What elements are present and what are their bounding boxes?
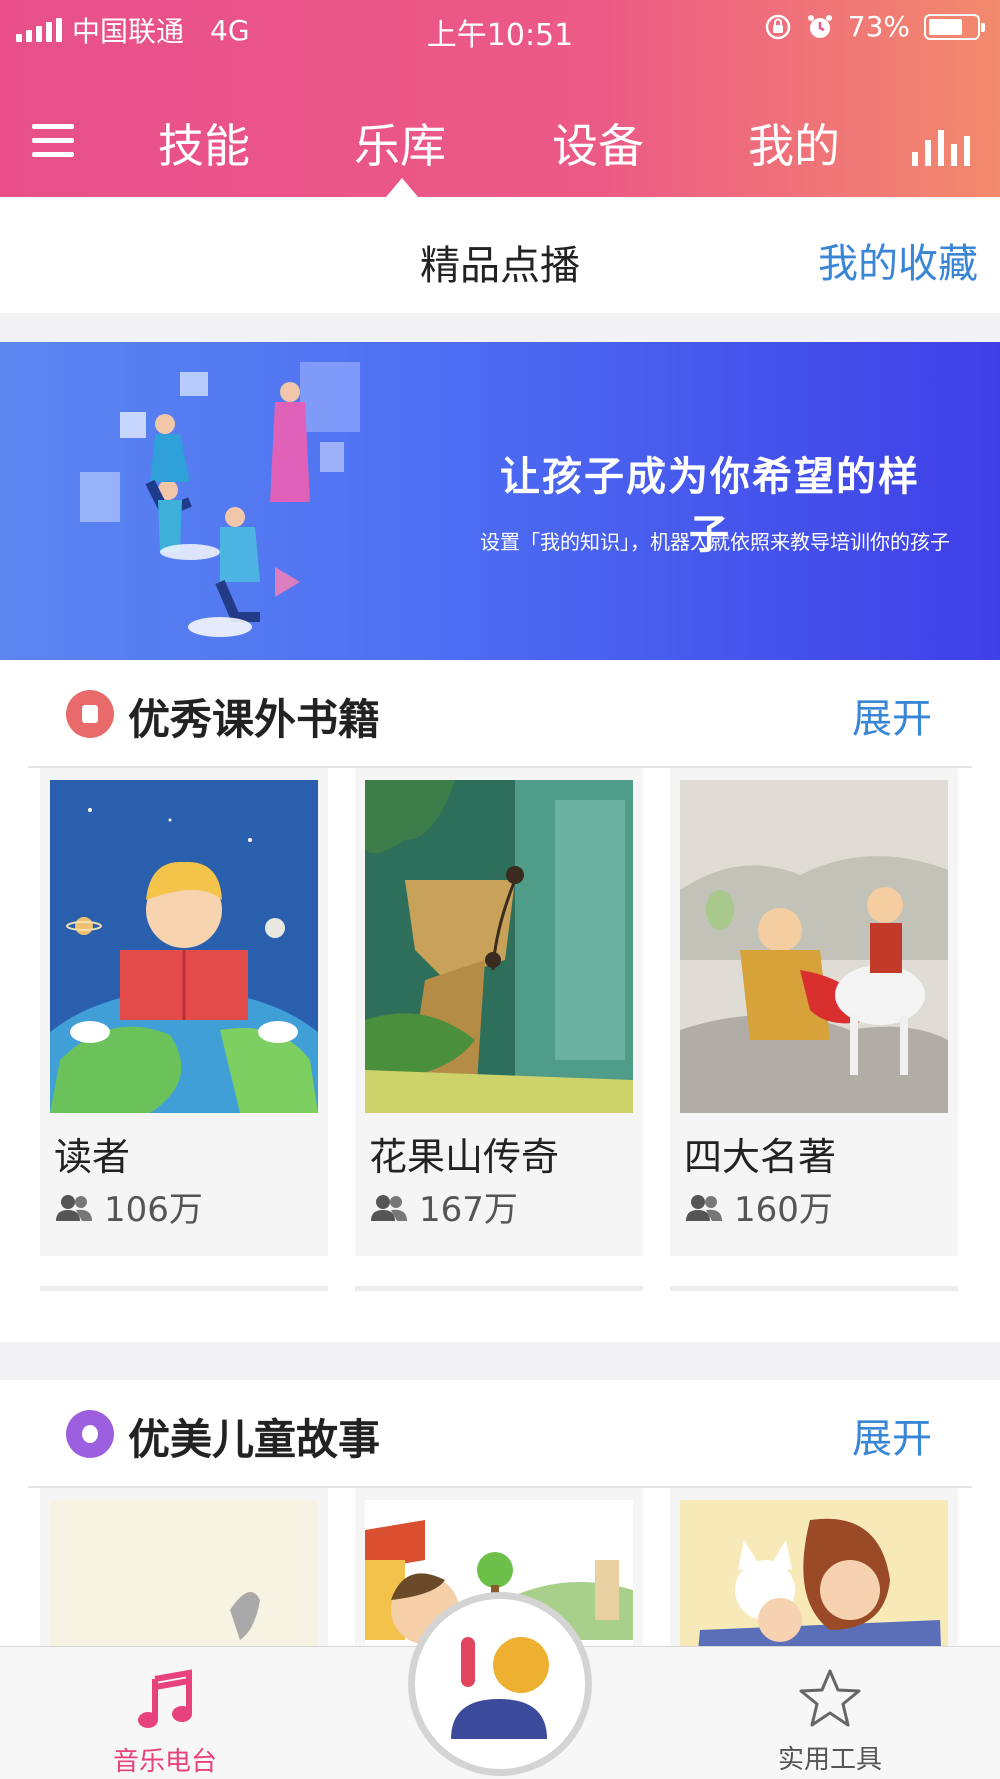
expand-link[interactable]: 展开 <box>852 1406 932 1464</box>
tab-utilities[interactable]: 实用工具 <box>775 1667 885 1776</box>
active-tab-indicator <box>386 178 418 197</box>
promo-banner[interactable]: 让孩子成为你希望的样子 设置「我的知识」，机器人就依照来教导培训你的孩子 <box>0 342 1000 660</box>
menu-icon[interactable] <box>32 124 74 158</box>
favorites-link[interactable]: 我的收藏 <box>818 231 978 289</box>
book-title: 读者 <box>54 1135 131 1179</box>
book-icon <box>66 690 114 738</box>
story-cover-image <box>50 1500 318 1646</box>
listener-count-value: 167万 <box>419 1190 518 1230</box>
users-icon <box>56 1194 92 1221</box>
book-cover-image <box>365 780 633 1113</box>
users-icon <box>371 1194 407 1221</box>
app-header: 中国联通 4G 上午10:51 73% 技能 乐库 设备 我的 <box>0 0 1000 197</box>
listener-count: 106万 <box>54 1182 203 1231</box>
robot-avatar-icon <box>415 1599 585 1769</box>
users-icon <box>686 1194 722 1221</box>
card-shadow <box>40 1286 328 1291</box>
listener-count: 167万 <box>369 1182 518 1231</box>
robot-home-button[interactable] <box>408 1592 592 1776</box>
section-title: 优美儿童故事 <box>128 1415 381 1464</box>
star-icon <box>799 1669 861 1727</box>
sub-header: 精品点播 我的收藏 <box>0 197 1000 313</box>
book-card[interactable]: 四大名著 160万 <box>670 768 958 1256</box>
story-card[interactable] <box>670 1488 958 1646</box>
tab-label: 实用工具 <box>777 1745 882 1775</box>
tab-devices[interactable]: 设备 <box>518 110 678 176</box>
rotation-lock-icon <box>765 14 791 39</box>
book-card[interactable]: 读者 106万 <box>40 768 328 1256</box>
section-header: 优秀课外书籍 展开 <box>0 660 1000 766</box>
book-title: 四大名著 <box>684 1135 837 1179</box>
book-card[interactable]: 花果山传奇 167万 <box>355 768 643 1256</box>
story-card[interactable] <box>40 1488 328 1646</box>
book-title: 花果山传奇 <box>369 1135 560 1179</box>
expand-link[interactable]: 展开 <box>852 686 932 744</box>
listener-count-value: 160万 <box>734 1190 833 1230</box>
tab-label: 音乐电台 <box>112 1747 217 1777</box>
alarm-icon <box>807 14 832 38</box>
tab-skills[interactable]: 技能 <box>124 110 284 176</box>
status-right: 73% <box>764 10 985 43</box>
section-books: 优秀课外书籍 展开 读者 106万 花果山传奇 167万 四大名著 160万 <box>0 660 1000 1342</box>
card-shadow <box>670 1286 958 1291</box>
listener-count-value: 106万 <box>104 1190 203 1230</box>
tab-mine[interactable]: 我的 <box>714 110 874 176</box>
banner-illustration <box>80 362 360 637</box>
tab-music-library[interactable]: 乐库 <box>320 110 480 176</box>
equalizer-icon[interactable] <box>912 130 970 166</box>
tab-music-radio[interactable]: 音乐电台 <box>110 1669 220 1778</box>
top-nav: 技能 乐库 设备 我的 <box>0 100 1000 180</box>
section-header: 优美儿童故事 展开 <box>0 1380 1000 1486</box>
book-cover-image <box>50 780 318 1113</box>
battery-percent: 73% <box>847 10 910 43</box>
card-shadow <box>355 1286 643 1291</box>
section-title: 优秀课外书籍 <box>128 695 381 744</box>
music-note-icon <box>138 1669 192 1728</box>
story-cover-image <box>680 1500 948 1646</box>
listener-count: 160万 <box>684 1182 833 1231</box>
status-bar: 中国联通 4G 上午10:51 73% <box>0 0 1000 56</box>
book-cover-image <box>680 780 948 1113</box>
battery-icon <box>924 13 985 40</box>
banner-subtext: 设置「我的知识」，机器人就依照来教导培训你的孩子 <box>480 530 950 554</box>
story-icon <box>66 1410 114 1458</box>
